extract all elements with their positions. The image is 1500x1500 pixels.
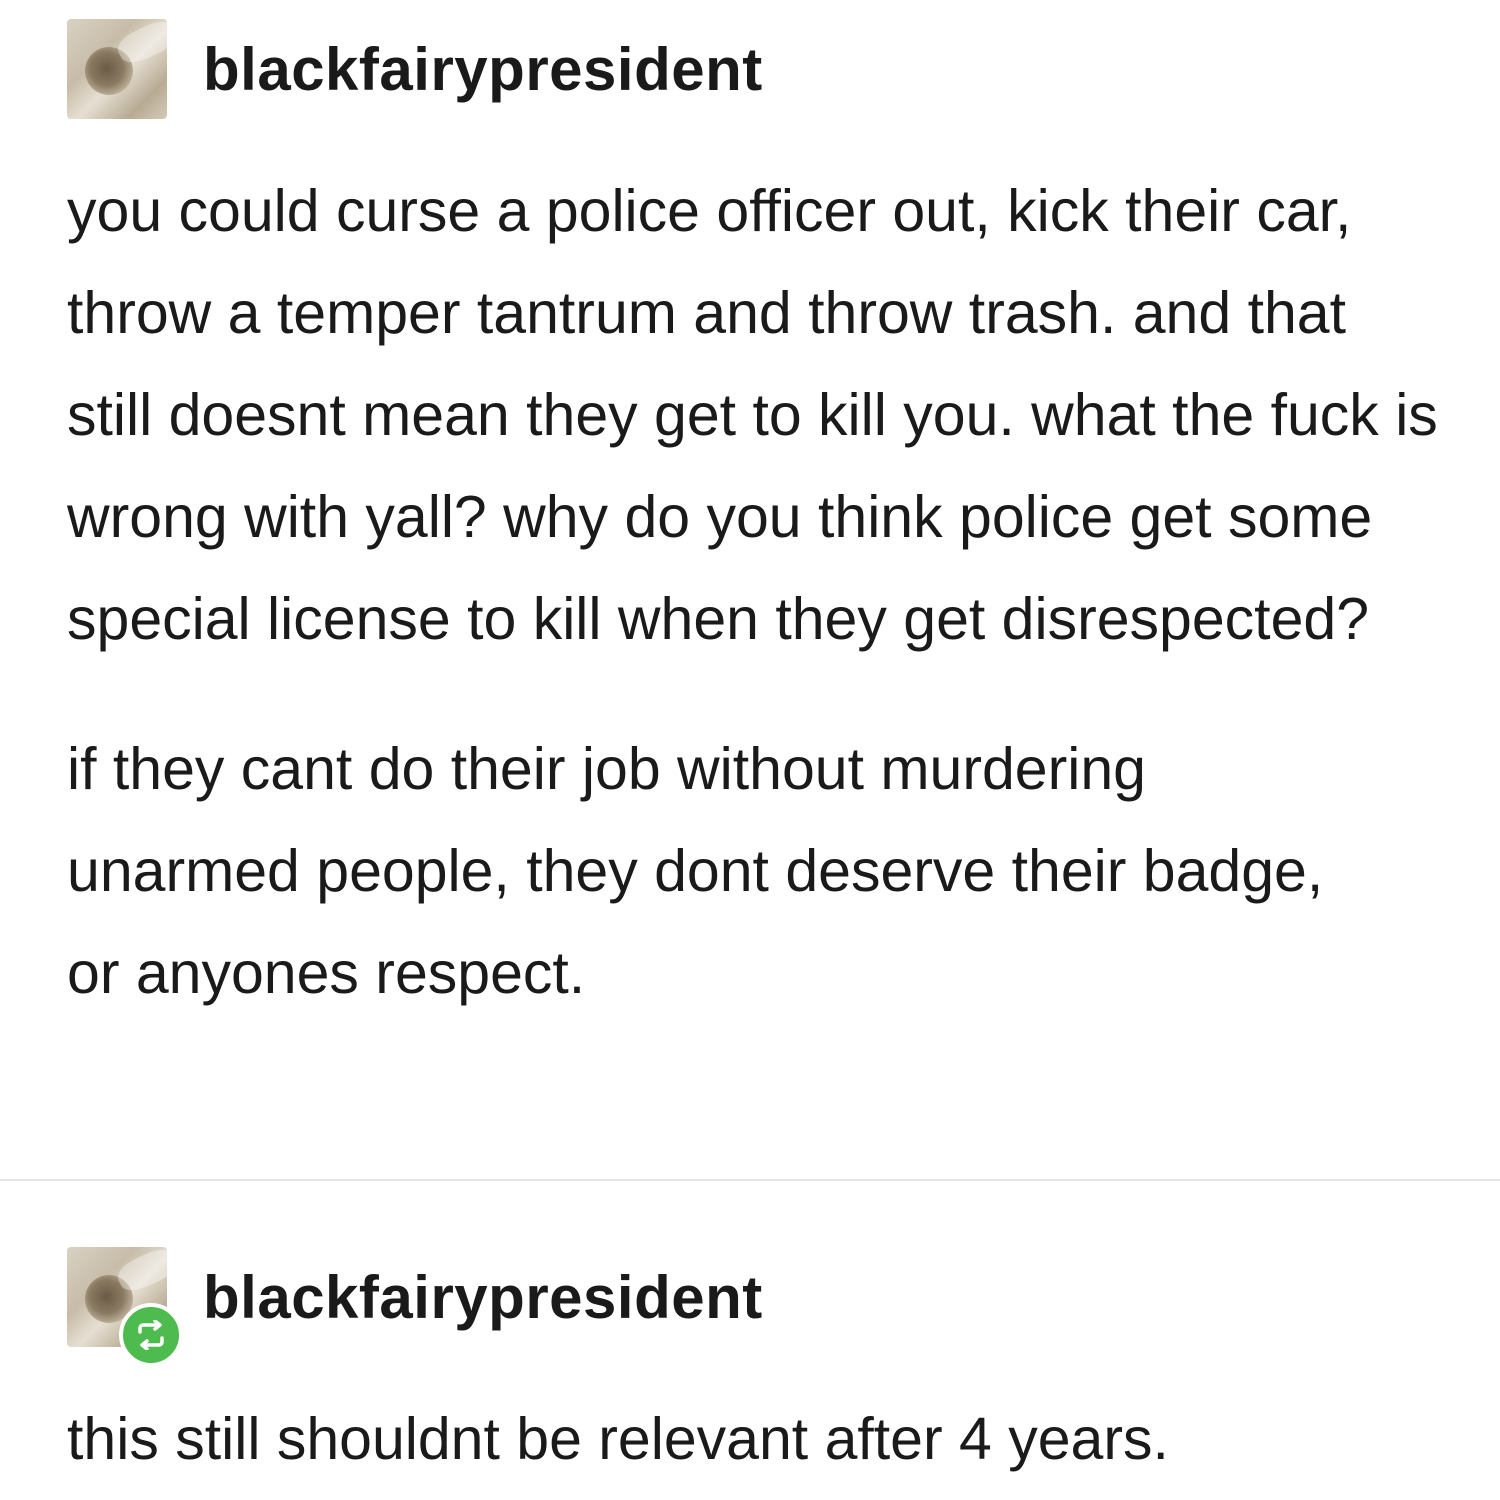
username-link[interactable]: blackfairypresident xyxy=(203,35,763,104)
post-paragraph: if they cant do their job without murder… xyxy=(67,736,1324,1006)
post-text: this still shouldnt be relevant after 4 … xyxy=(67,1388,1447,1490)
username-link[interactable]: blackfairypresident xyxy=(203,1263,763,1332)
post-paragraph: you could curse a police officer out, ki… xyxy=(67,178,1438,652)
post-header: blackfairypresident xyxy=(67,1247,763,1367)
reblog-icon xyxy=(119,1303,183,1367)
post-divider xyxy=(0,1179,1500,1181)
avatar-image xyxy=(67,19,167,119)
post-header: blackfairypresident xyxy=(67,19,763,119)
post-paragraph: this still shouldnt be relevant after 4 … xyxy=(67,1406,1169,1472)
avatar[interactable] xyxy=(67,1247,183,1367)
post-text: you could curse a police officer out, ki… xyxy=(67,160,1447,1024)
avatar[interactable] xyxy=(67,19,167,119)
